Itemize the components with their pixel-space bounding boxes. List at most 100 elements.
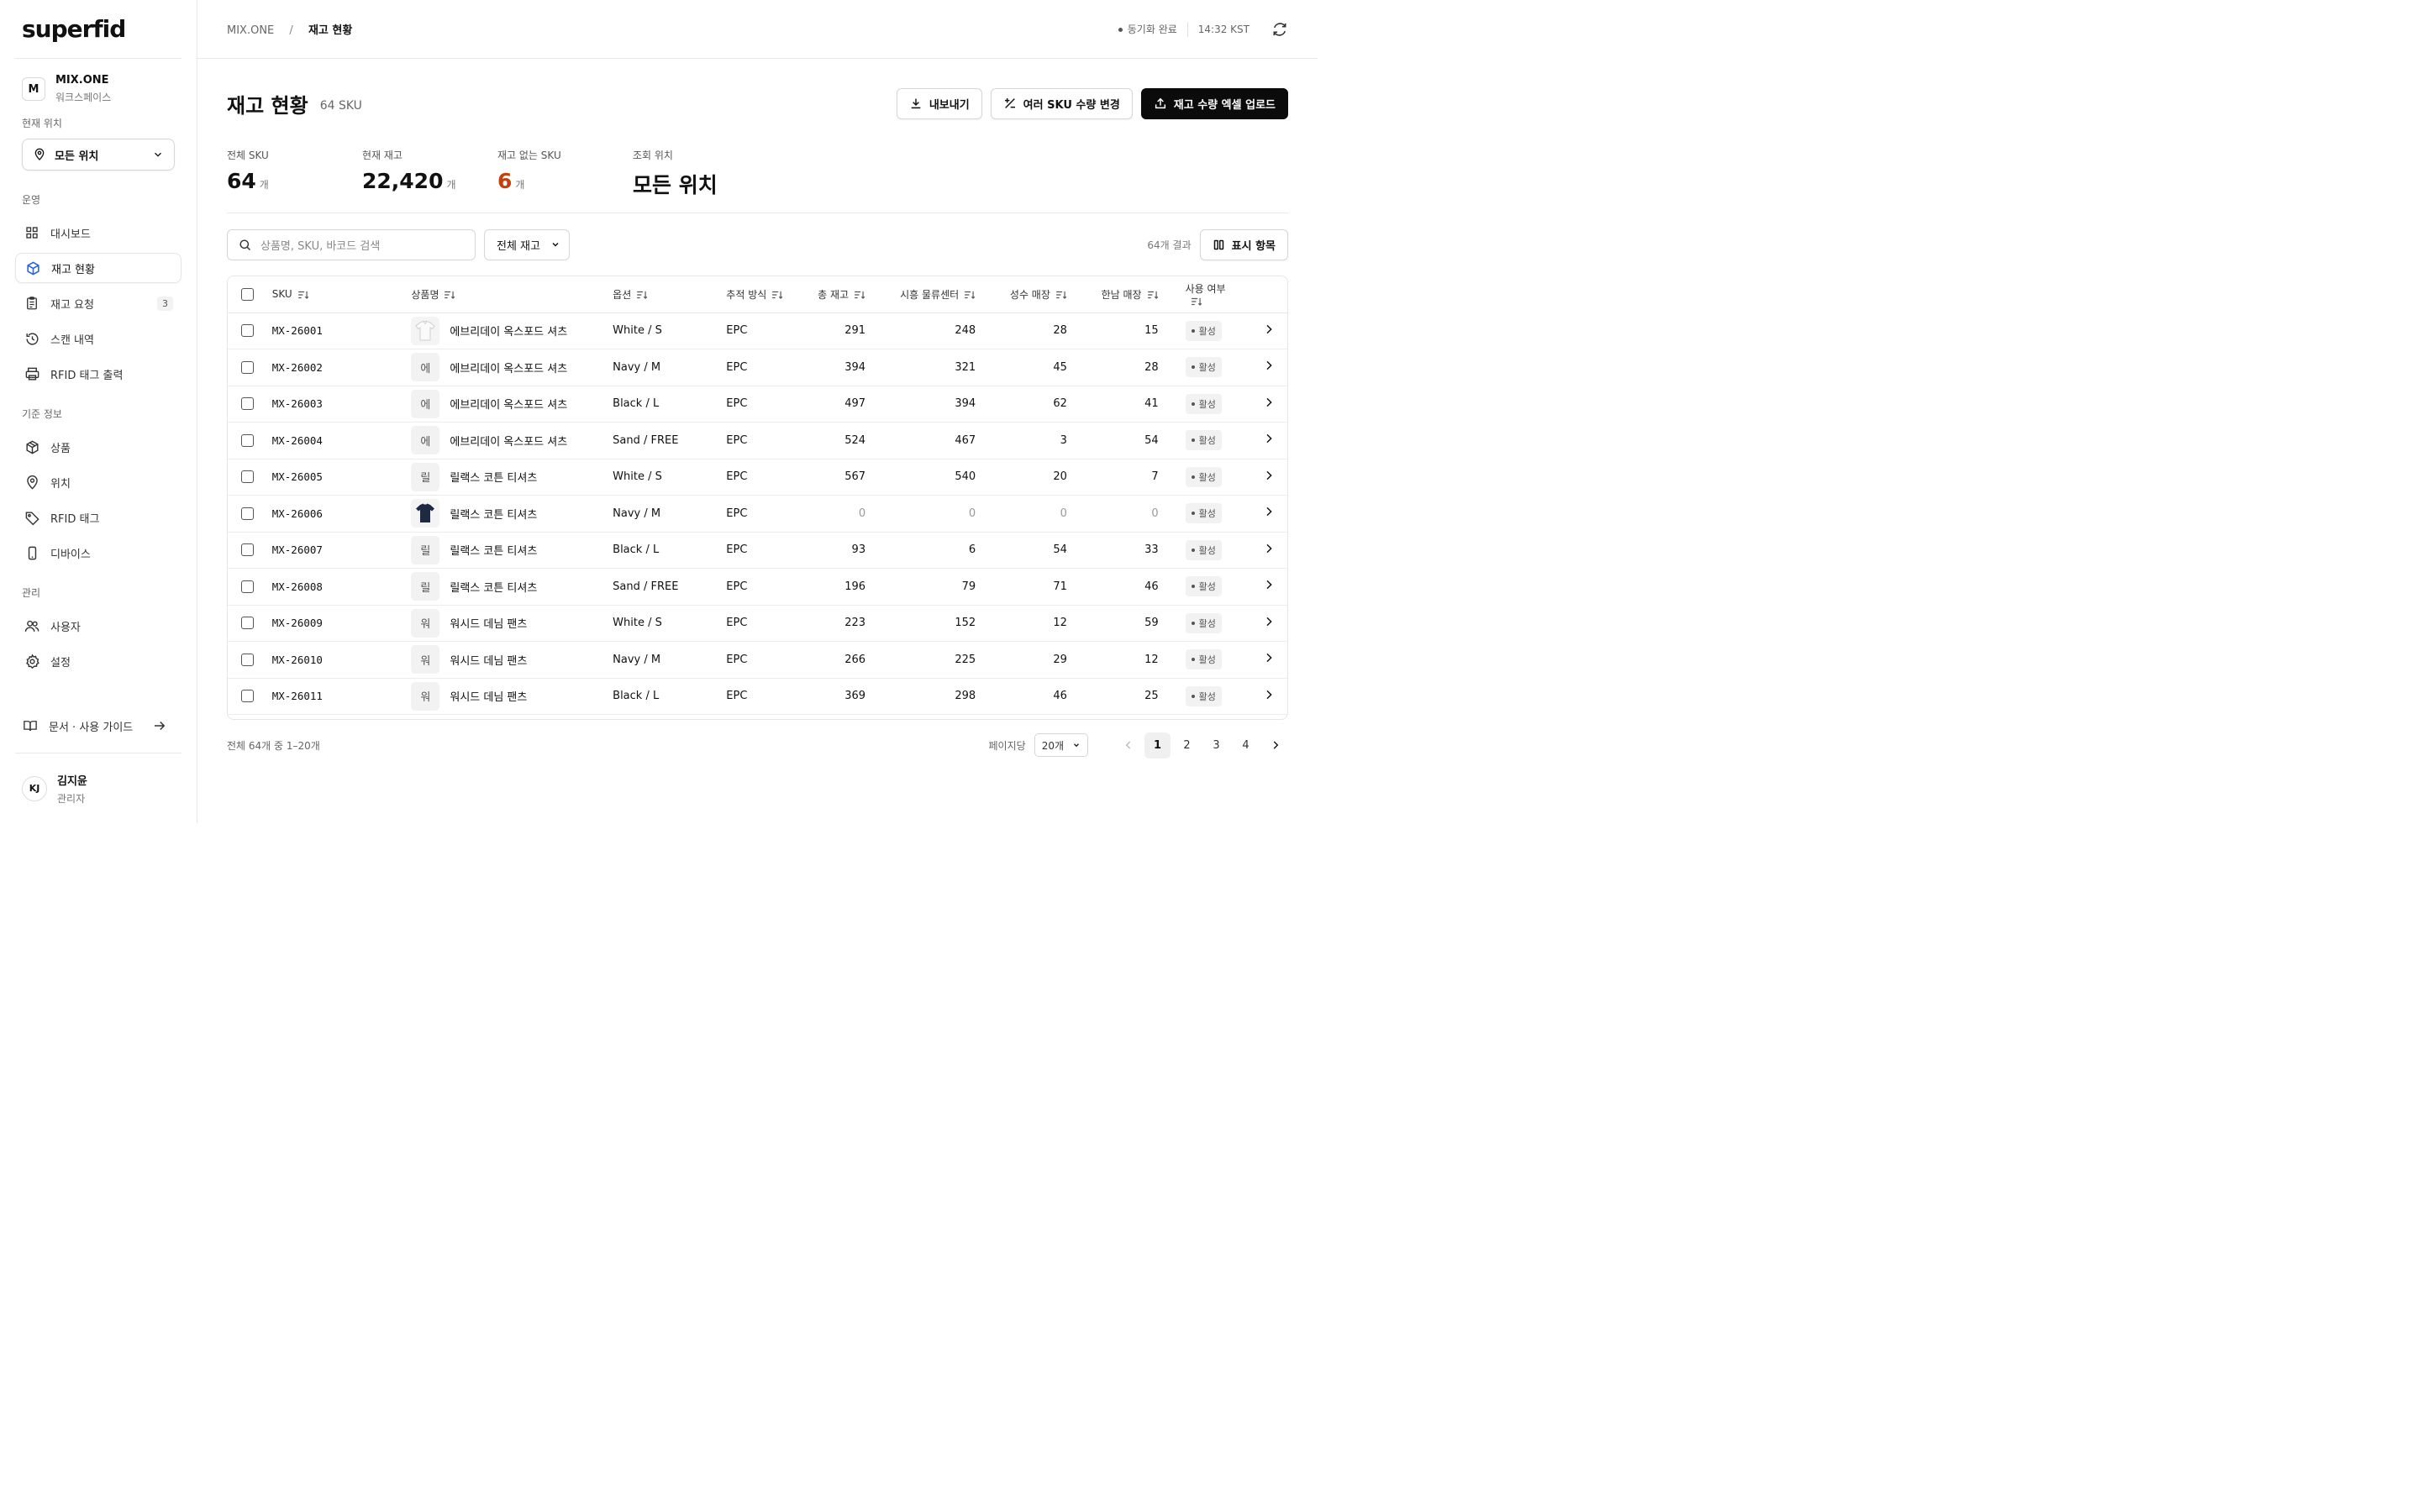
table-row[interactable]: MX-26002 에 에브리데이 옥스포드 셔츠 Navy / M EPC 394 321 4… [228,349,1287,386]
page-button[interactable]: 2 [1174,732,1200,759]
column-header-seongsu[interactable]: 성수 매장 [981,276,1072,313]
table-row[interactable]: MX-26010 워 워시드 데님 팬츠 Navy / M EPC 266 225 29 12 활… [228,641,1287,679]
product-name: 릴랙스 코튼 티셔츠 [450,472,538,486]
row-checkbox[interactable] [241,470,254,484]
sort-icon [855,291,865,300]
bulk-edit-button[interactable]: 여러 SKU 수량 변경 [990,87,1133,119]
cell-sku: MX-26003 [266,386,407,423]
column-header-hannam[interactable]: 한남 매장 [1071,276,1164,313]
nav-item-products[interactable]: 상품 [15,432,182,462]
nav-item-rfid-print[interactable]: RFID 태그 출력 [15,359,182,389]
column-header-sku[interactable]: SKU [266,276,407,313]
row-checkbox[interactable] [241,507,254,520]
nav-item-settings[interactable]: 설정 [15,646,182,676]
cell-product[interactable]: 에 에브리데이 옥스포드 셔츠 [406,422,608,459]
status-badge: 활성 [1185,320,1222,341]
cell-product[interactable]: 에 에브리데이 옥스포드 셔츠 [406,349,608,386]
chevron-right-icon[interactable] [1262,431,1276,446]
chevron-right-icon[interactable] [1262,541,1276,556]
stat-value: 6개 [497,169,525,193]
prev-page-button[interactable] [1115,732,1141,759]
column-header-status[interactable]: 사용 여부 [1163,276,1241,313]
docs-guide-link[interactable]: 문서 · 사용 가이드 [15,711,182,741]
cell-product[interactable]: 워 워시드 데님 팬츠 [406,641,608,679]
chevron-right-icon[interactable] [1262,614,1276,629]
next-page-button[interactable] [1262,732,1288,759]
stat-current-stock: 현재 재고 22,420 개 [362,148,497,213]
row-checkbox[interactable] [241,433,254,447]
search-input[interactable]: 상품명, SKU, 바코드 검색 [227,228,476,260]
cell-product[interactable]: 워 워시드 데님 팬츠 [406,605,608,642]
cell-product[interactable]: 워 워시드 데님 팬츠 [406,678,608,715]
cell-option: Navy / M [608,641,722,679]
row-checkbox[interactable] [241,690,254,703]
table-row[interactable]: MX-26007 릴 릴랙스 코튼 티셔츠 Black / L EPC 93 6 54 33 활성 [228,532,1287,569]
cell-product[interactable]: 릴 릴랙스 코튼 티셔츠 [406,568,608,606]
stat-label: 전체 SKU [227,150,269,161]
location-select[interactable]: 모든 위치 [22,139,175,171]
nav-item-devices[interactable]: 디바이스 [15,538,182,568]
cell-product[interactable]: 릴 릴랙스 코튼 티셔츠 [406,459,608,496]
nav-item-scan-history[interactable]: 스캔 내역 [15,323,182,354]
product-thumbnail: 워 [411,645,440,675]
brand-logo[interactable]: superfid [15,0,182,59]
chevron-right-icon[interactable] [1262,395,1276,410]
cell-product[interactable]: 에 에브리데이 옥스포드 셔츠 [406,386,608,423]
chevron-right-icon[interactable] [1262,358,1276,373]
table-row[interactable]: MX-26003 에 에브리데이 옥스포드 셔츠 Black / L EPC 497 394… [228,386,1287,423]
cell-seongsu: 12 [981,605,1072,642]
user-profile[interactable]: KJ 김지윤 관리자 [15,753,182,823]
row-checkbox[interactable] [241,324,254,338]
stock-filter-select[interactable]: 전체 재고 [484,228,570,260]
column-header-option[interactable]: 옵션 [608,276,722,313]
table-row[interactable]: MX-26008 릴 릴랙스 코튼 티셔츠 Sand / FREE EPC 196 79 71… [228,568,1287,606]
excel-upload-button[interactable]: 재고 수량 엑셀 업로드 [1140,87,1288,119]
nav-item-label: 상품 [50,442,71,455]
chevron-right-icon[interactable] [1262,687,1276,702]
nav-item-users[interactable]: 사용자 [15,611,182,641]
chevron-right-icon[interactable] [1262,468,1276,483]
cell-product[interactable]: 릴 릴랙스 코튼 티셔츠 [406,532,608,569]
page-button[interactable]: 3 [1203,732,1229,759]
workspace-switcher[interactable]: M MIX.ONE 워크스페이스 [15,59,182,113]
page-button[interactable]: 4 [1233,732,1259,759]
column-header-total[interactable]: 총 재고 [802,276,871,313]
table-row[interactable]: MX-26004 에 에브리데이 옥스포드 셔츠 Sand / FREE EPC 524 4… [228,422,1287,459]
row-checkbox[interactable] [241,543,254,557]
chevron-right-icon[interactable] [1262,322,1276,337]
column-header-name[interactable]: 상품명 [406,276,608,313]
result-count: 64개 결과 [1147,239,1192,251]
select-all-checkbox[interactable] [241,287,254,301]
table-row[interactable]: MX-26005 릴 릴랙스 코튼 티셔츠 White / S EPC 567 540 20 7… [228,459,1287,496]
row-checkbox[interactable] [241,580,254,593]
row-checkbox[interactable] [241,617,254,630]
row-checkbox[interactable] [241,397,254,411]
breadcrumb-root[interactable]: MIX.ONE [227,24,274,37]
columns-button[interactable]: 표시 항목 [1199,228,1288,260]
nav-item-requests[interactable]: 재고 요청 3 [15,288,182,318]
row-checkbox[interactable] [241,653,254,666]
table-row[interactable]: MX-26006 릴랙스 코튼 티셔츠 Navy / M EPC 0 0 0 0 활성 [228,495,1287,533]
chevron-right-icon[interactable] [1262,577,1276,592]
row-checkbox[interactable] [241,360,254,374]
nav-item-dashboard[interactable]: 대시보드 [15,218,182,248]
nav-item-label: 대시보드 [50,228,91,241]
export-button[interactable]: 내보내기 [896,87,982,119]
nav-item-rfid-tags[interactable]: RFID 태그 [15,502,182,533]
refresh-icon[interactable] [1271,21,1288,38]
per-page-select[interactable]: 20개 [1034,733,1088,757]
page-button[interactable]: 1 [1144,732,1171,759]
table-row[interactable]: MX-26001 에브리데이 옥스포드 셔츠 White / S EPC 291 248 2… [228,312,1287,349]
nav-item-inventory[interactable]: 재고 현황 [15,253,182,283]
status-badge: 활성 [1185,685,1222,706]
nav-item-label: 스캔 내역 [50,333,94,347]
cell-product[interactable]: 에브리데이 옥스포드 셔츠 [406,312,608,349]
table-row[interactable]: MX-26011 워 워시드 데님 팬츠 Black / L EPC 369 298 46 25… [228,678,1287,715]
cell-product[interactable]: 릴랙스 코튼 티셔츠 [406,495,608,533]
column-header-tracking[interactable]: 추적 방식 [721,276,802,313]
column-header-siheung[interactable]: 시흥 물류센터 [871,276,981,313]
chevron-right-icon[interactable] [1262,504,1276,519]
chevron-right-icon[interactable] [1262,650,1276,665]
nav-item-locations[interactable]: 위치 [15,467,182,497]
table-row[interactable]: MX-26009 워 워시드 데님 팬츠 White / S EPC 223 152 12 59… [228,605,1287,642]
